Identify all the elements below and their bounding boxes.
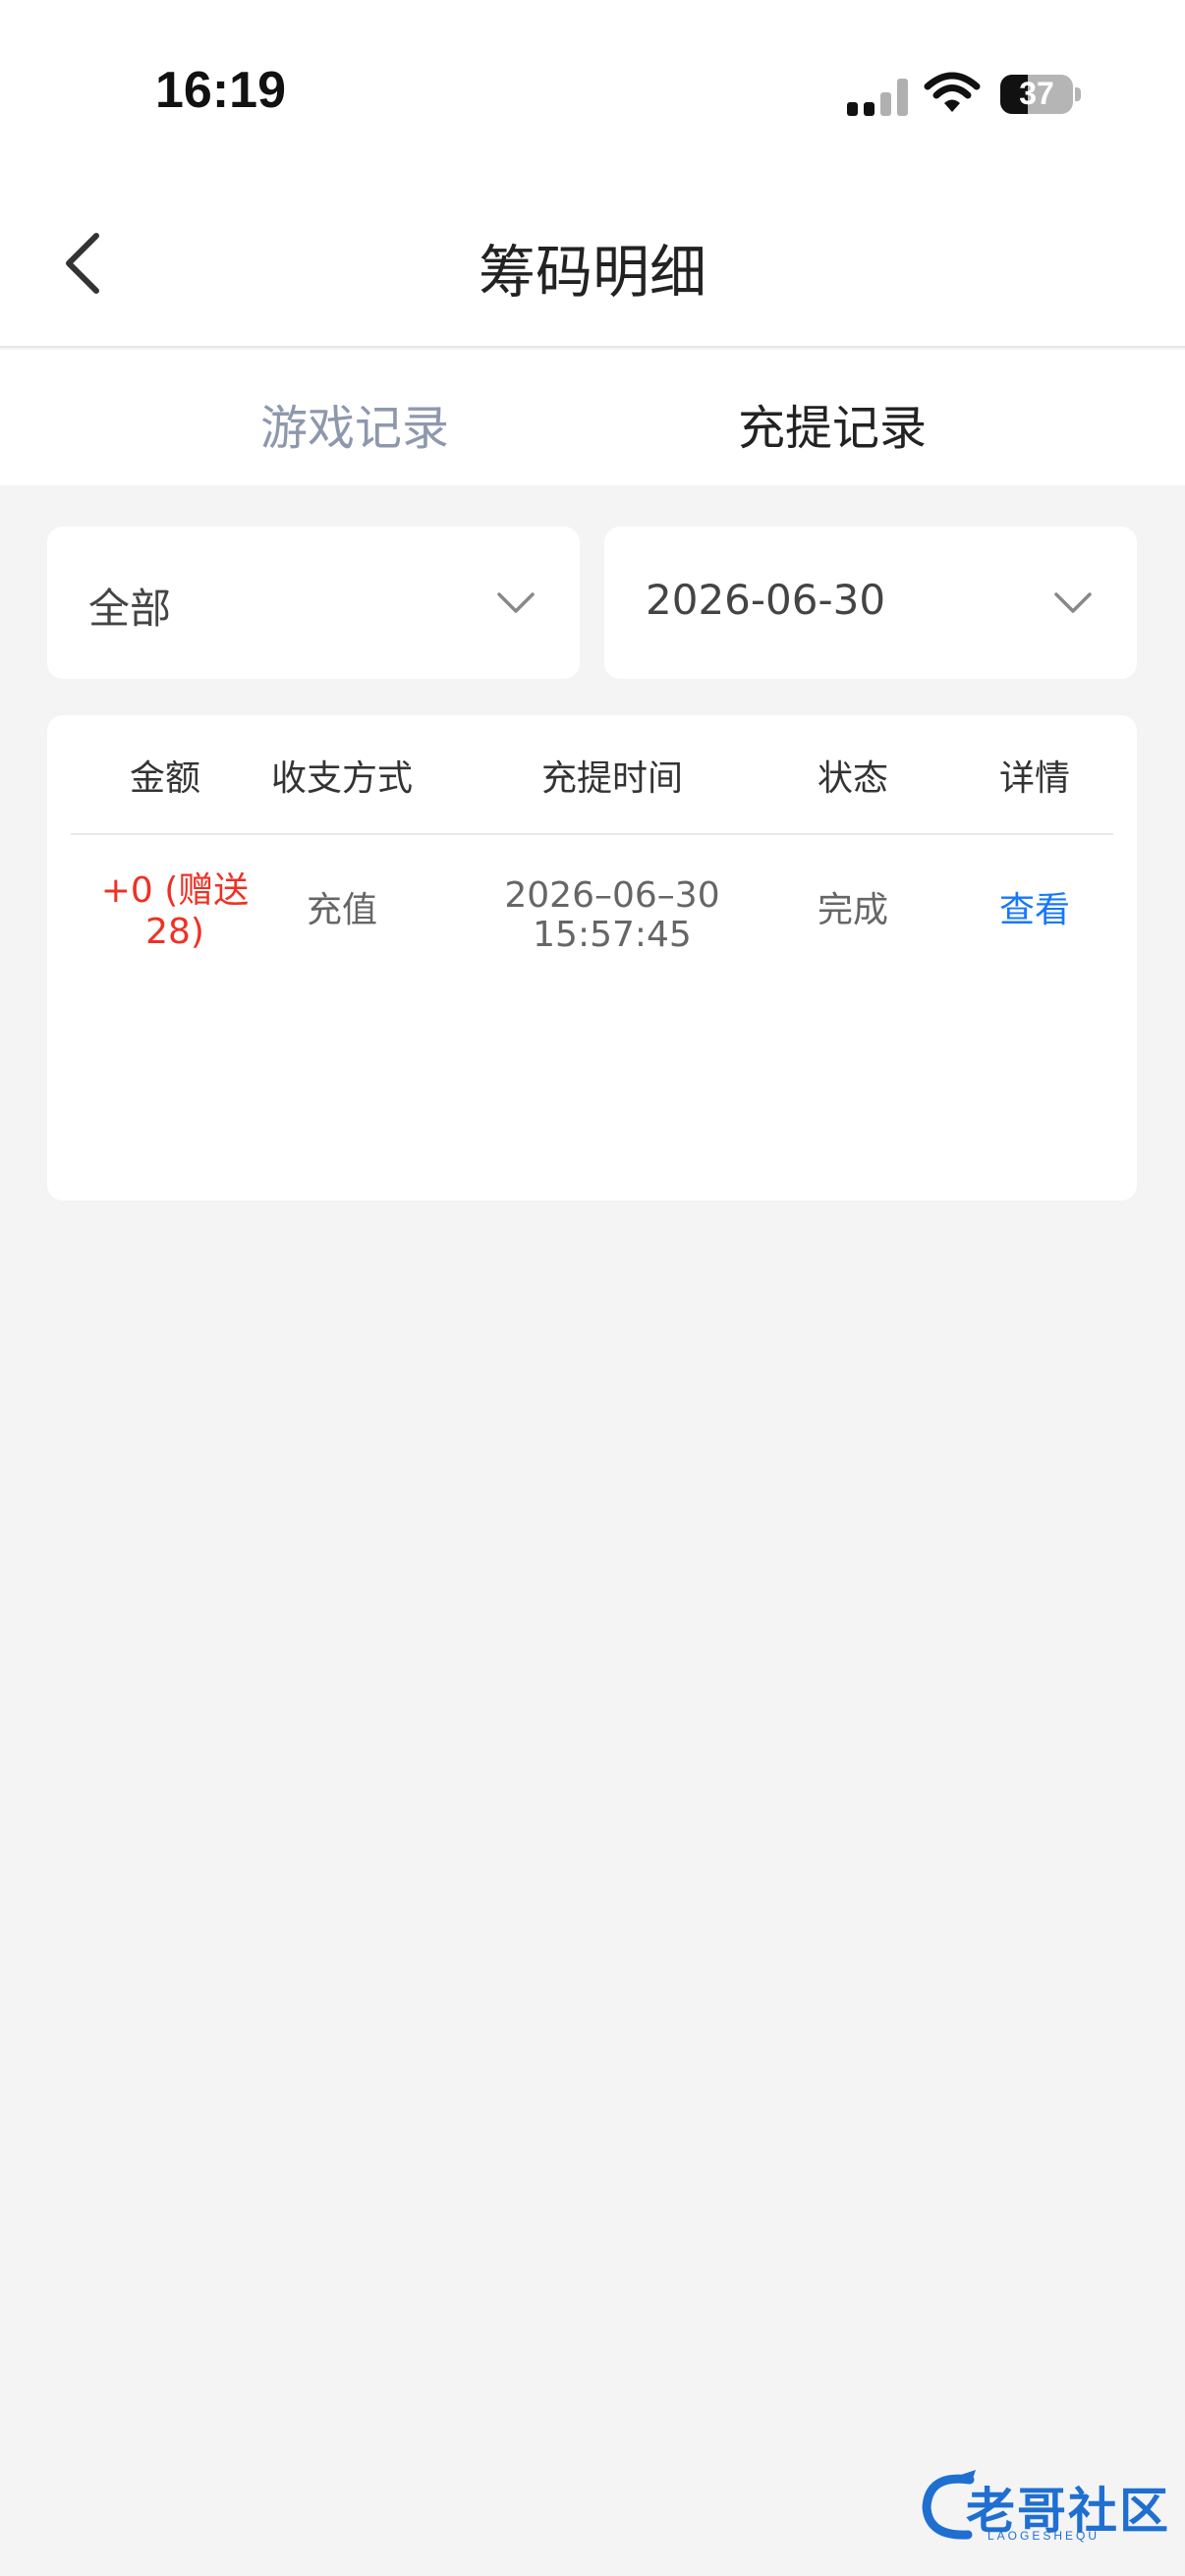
type-filter-dropdown[interactable]: 全部 bbox=[47, 527, 580, 679]
cellular-signal-icon bbox=[847, 73, 908, 116]
battery-cap bbox=[1075, 87, 1081, 101]
tab-game-records[interactable]: 游戏记录 bbox=[260, 389, 449, 458]
wifi-icon bbox=[924, 72, 981, 112]
column-header-amount: 金额 bbox=[129, 758, 200, 799]
tab-bar: 游戏记录 充提记录 bbox=[0, 350, 1185, 485]
type-filter-value: 全部 bbox=[88, 585, 172, 633]
method-cell: 充值 bbox=[306, 890, 377, 930]
header-divider bbox=[71, 833, 1113, 835]
watermark-subtext: LAOGESHEQU bbox=[988, 2529, 1100, 2543]
column-header-detail: 详情 bbox=[998, 758, 1070, 799]
battery-icon: 37 bbox=[1000, 75, 1073, 114]
page-title: 筹码明细 bbox=[478, 239, 706, 306]
view-detail-link[interactable]: 查看 bbox=[976, 890, 1094, 931]
amount-line-2: 28) bbox=[145, 912, 204, 952]
watermark-logo: 老哥社区 LAOGESHEQU bbox=[919, 2466, 1172, 2545]
time-cell-time: 15:57:45 bbox=[533, 915, 692, 955]
date-filter-value: 2026-06-30 bbox=[646, 576, 886, 624]
date-filter-dropdown[interactable]: 2026-06-30 bbox=[604, 527, 1137, 679]
column-header-time: 充提时间 bbox=[540, 758, 683, 799]
time-cell: 2026–06–30 15:57:45 bbox=[480, 876, 745, 955]
status-cell: 完成 bbox=[817, 890, 888, 930]
amount-cell: +0 (赠送 28) bbox=[77, 870, 273, 953]
nav-bar: 筹码明细 bbox=[0, 187, 1185, 348]
tab-recharge-records[interactable]: 充提记录 bbox=[738, 389, 927, 458]
amount-line-1: +0 (赠送 bbox=[100, 870, 250, 911]
status-bar: 16:19 37 bbox=[0, 0, 1185, 187]
column-header-method: 收支方式 bbox=[270, 758, 413, 799]
status-time: 16:19 bbox=[155, 62, 286, 119]
records-table: 金额 收支方式 充提时间 状态 详情 +0 (赠送 28) 充值 2026–06… bbox=[47, 715, 1137, 1201]
chevron-down-icon bbox=[497, 592, 535, 613]
column-header-status: 状态 bbox=[817, 758, 888, 799]
battery-level: 37 bbox=[1019, 76, 1054, 111]
chevron-down-icon bbox=[1054, 592, 1092, 613]
time-cell-date: 2026–06–30 bbox=[504, 875, 720, 916]
